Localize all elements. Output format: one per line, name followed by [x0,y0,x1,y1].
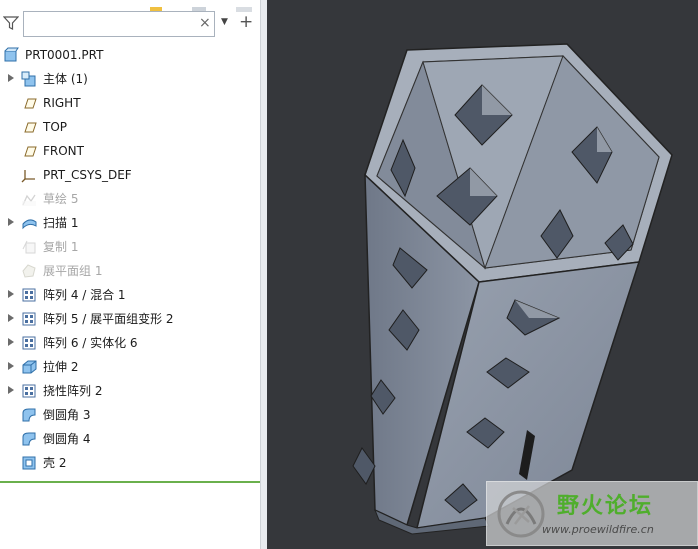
expand-arrow-icon[interactable] [8,386,14,394]
tree-item-label: 挠性阵列 2 [43,384,103,398]
part-icon [4,47,19,62]
coordinate-system-icon [21,170,35,183]
tree-item-label: 倒圆角 4 [43,432,91,446]
pattern-icon [22,288,36,302]
sweep-icon [22,219,37,230]
datum-plane-icon [24,146,37,157]
tree-item[interactable]: 扫描 1 [0,212,260,234]
tree-item[interactable]: 主体 (1) [0,68,260,90]
expand-arrow-icon[interactable] [8,338,14,346]
expand-arrow-icon[interactable] [8,218,14,226]
tree-item-label: 倒圆角 3 [43,408,91,422]
copy-icon [22,240,36,254]
pattern-icon [22,312,36,326]
tree-item-label: 阵列 4 / 混合 1 [43,288,126,302]
tree-item[interactable]: 阵列 5 / 展平面组变形 2 [0,308,260,330]
tree-item[interactable]: RIGHT [0,92,260,114]
search-input[interactable] [23,11,215,37]
watermark-url: www.proewildfire.cn [542,523,654,536]
tree-item[interactable]: 倒圆角 3 [0,404,260,426]
tree-item-label: 阵列 5 / 展平面组变形 2 [43,312,174,326]
tree-item[interactable]: 挠性阵列 2 [0,380,260,402]
tree-item[interactable]: PRT0001.PRT [0,44,260,66]
tree-item-label: TOP [43,120,68,134]
tree-item[interactable]: PRT_CSYS_DEF [0,164,260,186]
panel-header-strip [0,0,260,12]
clear-icon[interactable]: × [199,15,211,31]
tree-item-label: 主体 (1) [43,72,88,86]
tree-item-label: 阵列 6 / 实体化 6 [43,336,138,350]
pattern-icon [22,384,36,398]
expand-arrow-icon[interactable] [8,362,14,370]
tree-item[interactable]: 倒圆角 4 [0,428,260,450]
chevron-down-icon[interactable]: ▼ [221,17,228,27]
expand-arrow-icon[interactable] [8,74,14,82]
expand-arrow-icon[interactable] [8,290,14,298]
tree-item[interactable]: TOP [0,116,260,138]
expand-arrow-icon[interactable] [8,314,14,322]
tree-item[interactable]: 草绘 5 [0,188,260,210]
tree-item[interactable]: 阵列 6 / 实体化 6 [0,332,260,354]
add-icon[interactable]: + [239,12,253,32]
flatten-quilt-icon [22,264,36,278]
tree-item-label: 壳 2 [43,456,67,470]
filter-icon[interactable] [3,15,19,31]
forum-watermark: 野火论坛 www.proewildfire.cn [486,481,698,546]
tree-item[interactable]: 阵列 4 / 混合 1 [0,284,260,306]
pattern-icon [22,336,36,350]
sketch-icon [22,194,36,206]
tree-item[interactable]: 壳 2 [0,452,260,474]
tree-item[interactable]: 展平面组 1 [0,260,260,282]
tree-item-label: RIGHT [43,96,81,110]
tree-item-label: FRONT [43,144,84,158]
tree-item-label: 草绘 5 [43,192,79,206]
tree-item[interactable]: FRONT [0,140,260,162]
tree-item-label: 拉伸 2 [43,360,79,374]
tree-item-label: 复制 1 [43,240,79,254]
insert-here-marker[interactable] [0,481,260,483]
extrude-icon [22,360,37,374]
body-icon [21,71,36,87]
watermark-title: 野火论坛 [557,494,654,519]
shell-icon [22,456,36,470]
tree-item[interactable]: 复制 1 [0,236,260,258]
graphics-viewport[interactable]: 野火论坛 www.proewildfire.cn [267,0,698,549]
tree-item-label: PRT_CSYS_DEF [43,168,132,182]
model-tree-panel: × ▼ + PRT0001.PRT 主体 (1) RIGHT TOP FRONT PRT_… [0,0,260,549]
tree-item[interactable]: 拉伸 2 [0,356,260,378]
forum-logo-icon [497,490,545,538]
round-icon [22,432,36,446]
tree-item-label: PRT0001.PRT [25,48,104,62]
round-icon [22,408,36,422]
datum-plane-icon [24,122,37,133]
tree-item-label: 扫描 1 [43,216,79,230]
datum-plane-icon [24,98,37,109]
tree-item-label: 展平面组 1 [43,264,103,278]
model-3d-view [352,43,673,535]
